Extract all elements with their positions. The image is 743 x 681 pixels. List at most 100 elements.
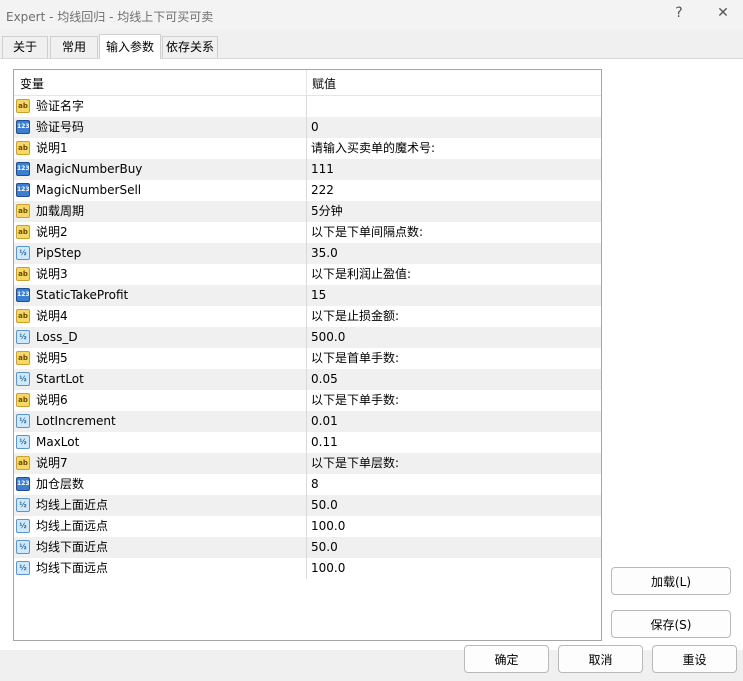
table-row[interactable]: ½ StartLot 0.05: [14, 369, 601, 390]
variable-value[interactable]: 111: [311, 159, 334, 180]
table-row[interactable]: ab 说明1 请输入买卖单的魔术号:: [14, 138, 601, 159]
column-divider: [306, 306, 307, 327]
variable-value[interactable]: 15: [311, 285, 326, 306]
variable-value[interactable]: 请输入买卖单的魔术号:: [311, 138, 435, 159]
string-type-icon: ab: [16, 267, 30, 281]
variable-value[interactable]: 500.0: [311, 327, 345, 348]
header-variable[interactable]: 变量: [20, 75, 44, 92]
string-type-icon: ab: [16, 141, 30, 155]
table-row[interactable]: ½ 均线下面远点 100.0: [14, 558, 601, 579]
variable-name: 均线上面远点: [36, 519, 109, 533]
variable-value[interactable]: 100.0: [311, 516, 345, 537]
variable-name: 验证号码: [36, 120, 85, 134]
save-button[interactable]: 保存(S): [611, 610, 731, 638]
integer-type-icon: 123: [16, 288, 30, 302]
variable-value[interactable]: 以下是利润止盈值:: [311, 264, 411, 285]
column-divider: [306, 348, 307, 369]
table-row[interactable]: ab 验证名字: [14, 96, 601, 117]
table-row[interactable]: ab 说明6 以下是下单手数:: [14, 390, 601, 411]
table-row[interactable]: ab 加载周期 5分钟: [14, 201, 601, 222]
variable-value[interactable]: 222: [311, 180, 334, 201]
table-row[interactable]: ab 说明3 以下是利润止盈值:: [14, 264, 601, 285]
double-type-icon: ½: [16, 372, 30, 386]
variable-value[interactable]: 35.0: [311, 243, 338, 264]
variable-name: 说明2: [36, 225, 68, 239]
header-divider[interactable]: [306, 70, 307, 95]
variable-value[interactable]: 0: [311, 117, 319, 138]
table-row[interactable]: ½ LotIncrement 0.01: [14, 411, 601, 432]
help-button[interactable]: ?: [664, 2, 694, 24]
variable-name: LotIncrement: [36, 414, 116, 428]
reset-button[interactable]: 重设: [652, 645, 737, 673]
variable-value[interactable]: 8: [311, 474, 319, 495]
variable-value[interactable]: 以下是下单手数:: [311, 390, 399, 411]
table-row[interactable]: ½ MaxLot 0.11: [14, 432, 601, 453]
header-value[interactable]: 赋值: [312, 75, 336, 92]
column-divider: [306, 201, 307, 222]
table-row[interactable]: 123 加仓层数 8: [14, 474, 601, 495]
variable-value[interactable]: 以下是首单手数:: [311, 348, 399, 369]
variable-name: PipStep: [36, 246, 82, 260]
column-divider: [306, 558, 307, 579]
table-row[interactable]: ab 说明5 以下是首单手数:: [14, 348, 601, 369]
variable-value[interactable]: 0.01: [311, 411, 338, 432]
variable-value[interactable]: 5分钟: [311, 201, 343, 222]
double-type-icon: ½: [16, 246, 30, 260]
close-icon[interactable]: ✕: [708, 2, 738, 24]
column-divider: [306, 390, 307, 411]
tab-common[interactable]: 常用: [50, 36, 98, 58]
table-row[interactable]: 123 StaticTakeProfit 15: [14, 285, 601, 306]
tab-dependencies[interactable]: 依存关系: [162, 36, 218, 58]
variable-value[interactable]: 以下是止损金额:: [311, 306, 399, 327]
variable-name: Loss_D: [36, 330, 78, 344]
column-divider: [306, 474, 307, 495]
load-button[interactable]: 加载(L): [611, 567, 731, 595]
table-row[interactable]: ½ PipStep 35.0: [14, 243, 601, 264]
cancel-button[interactable]: 取消: [558, 645, 643, 673]
variable-value[interactable]: 以下是下单间隔点数:: [311, 222, 423, 243]
table-row[interactable]: ½ 均线上面远点 100.0: [14, 516, 601, 537]
variable-value[interactable]: 100.0: [311, 558, 345, 579]
table-row[interactable]: ½ Loss_D 500.0: [14, 327, 601, 348]
table-row[interactable]: ab 说明4 以下是止损金额:: [14, 306, 601, 327]
tab-inputs[interactable]: 输入参数: [99, 34, 161, 59]
tab-about[interactable]: 关于: [2, 36, 48, 58]
table-row[interactable]: ½ 均线下面近点 50.0: [14, 537, 601, 558]
table-row[interactable]: 123 验证号码 0: [14, 117, 601, 138]
column-divider: [306, 264, 307, 285]
dialog-footer: 确定 取消 重设: [0, 645, 743, 681]
window-title: Expert - 均线回归 - 均线上下可买可卖: [6, 10, 214, 24]
variable-value[interactable]: 0.11: [311, 432, 338, 453]
variable-name: StaticTakeProfit: [36, 288, 129, 302]
variable-name: MaxLot: [36, 435, 80, 449]
variable-value[interactable]: 0.05: [311, 369, 338, 390]
ok-button[interactable]: 确定: [464, 645, 549, 673]
integer-type-icon: 123: [16, 183, 30, 197]
column-divider: [306, 411, 307, 432]
double-type-icon: ½: [16, 435, 30, 449]
table-row[interactable]: 123 MagicNumberBuy 111: [14, 159, 601, 180]
parameters-grid: 变量 赋值 ab 验证名字 123 验证号码 0 ab 说明1 请输入买卖单的魔术号: 123 M…: [13, 69, 602, 641]
table-row[interactable]: ½ 均线上面近点 50.0: [14, 495, 601, 516]
string-type-icon: ab: [16, 393, 30, 407]
variable-value[interactable]: 以下是下单层数:: [311, 453, 399, 474]
string-type-icon: ab: [16, 204, 30, 218]
column-divider: [306, 117, 307, 138]
table-row[interactable]: 123 MagicNumberSell 222: [14, 180, 601, 201]
variable-name: 说明7: [36, 456, 68, 470]
double-type-icon: ½: [16, 561, 30, 575]
table-row[interactable]: ab 说明7 以下是下单层数:: [14, 453, 601, 474]
double-type-icon: ½: [16, 414, 30, 428]
variable-value[interactable]: 50.0: [311, 495, 338, 516]
grid-rows: ab 验证名字 123 验证号码 0 ab 说明1 请输入买卖单的魔术号: 123 MagicNu…: [14, 96, 601, 579]
double-type-icon: ½: [16, 519, 30, 533]
variable-name: 说明4: [36, 309, 68, 323]
table-row[interactable]: ab 说明2 以下是下单间隔点数:: [14, 222, 601, 243]
column-divider: [306, 495, 307, 516]
integer-type-icon: 123: [16, 120, 30, 134]
variable-name: 加载周期: [36, 204, 85, 218]
string-type-icon: ab: [16, 456, 30, 470]
column-divider: [306, 516, 307, 537]
variable-value[interactable]: 50.0: [311, 537, 338, 558]
double-type-icon: ½: [16, 498, 30, 512]
